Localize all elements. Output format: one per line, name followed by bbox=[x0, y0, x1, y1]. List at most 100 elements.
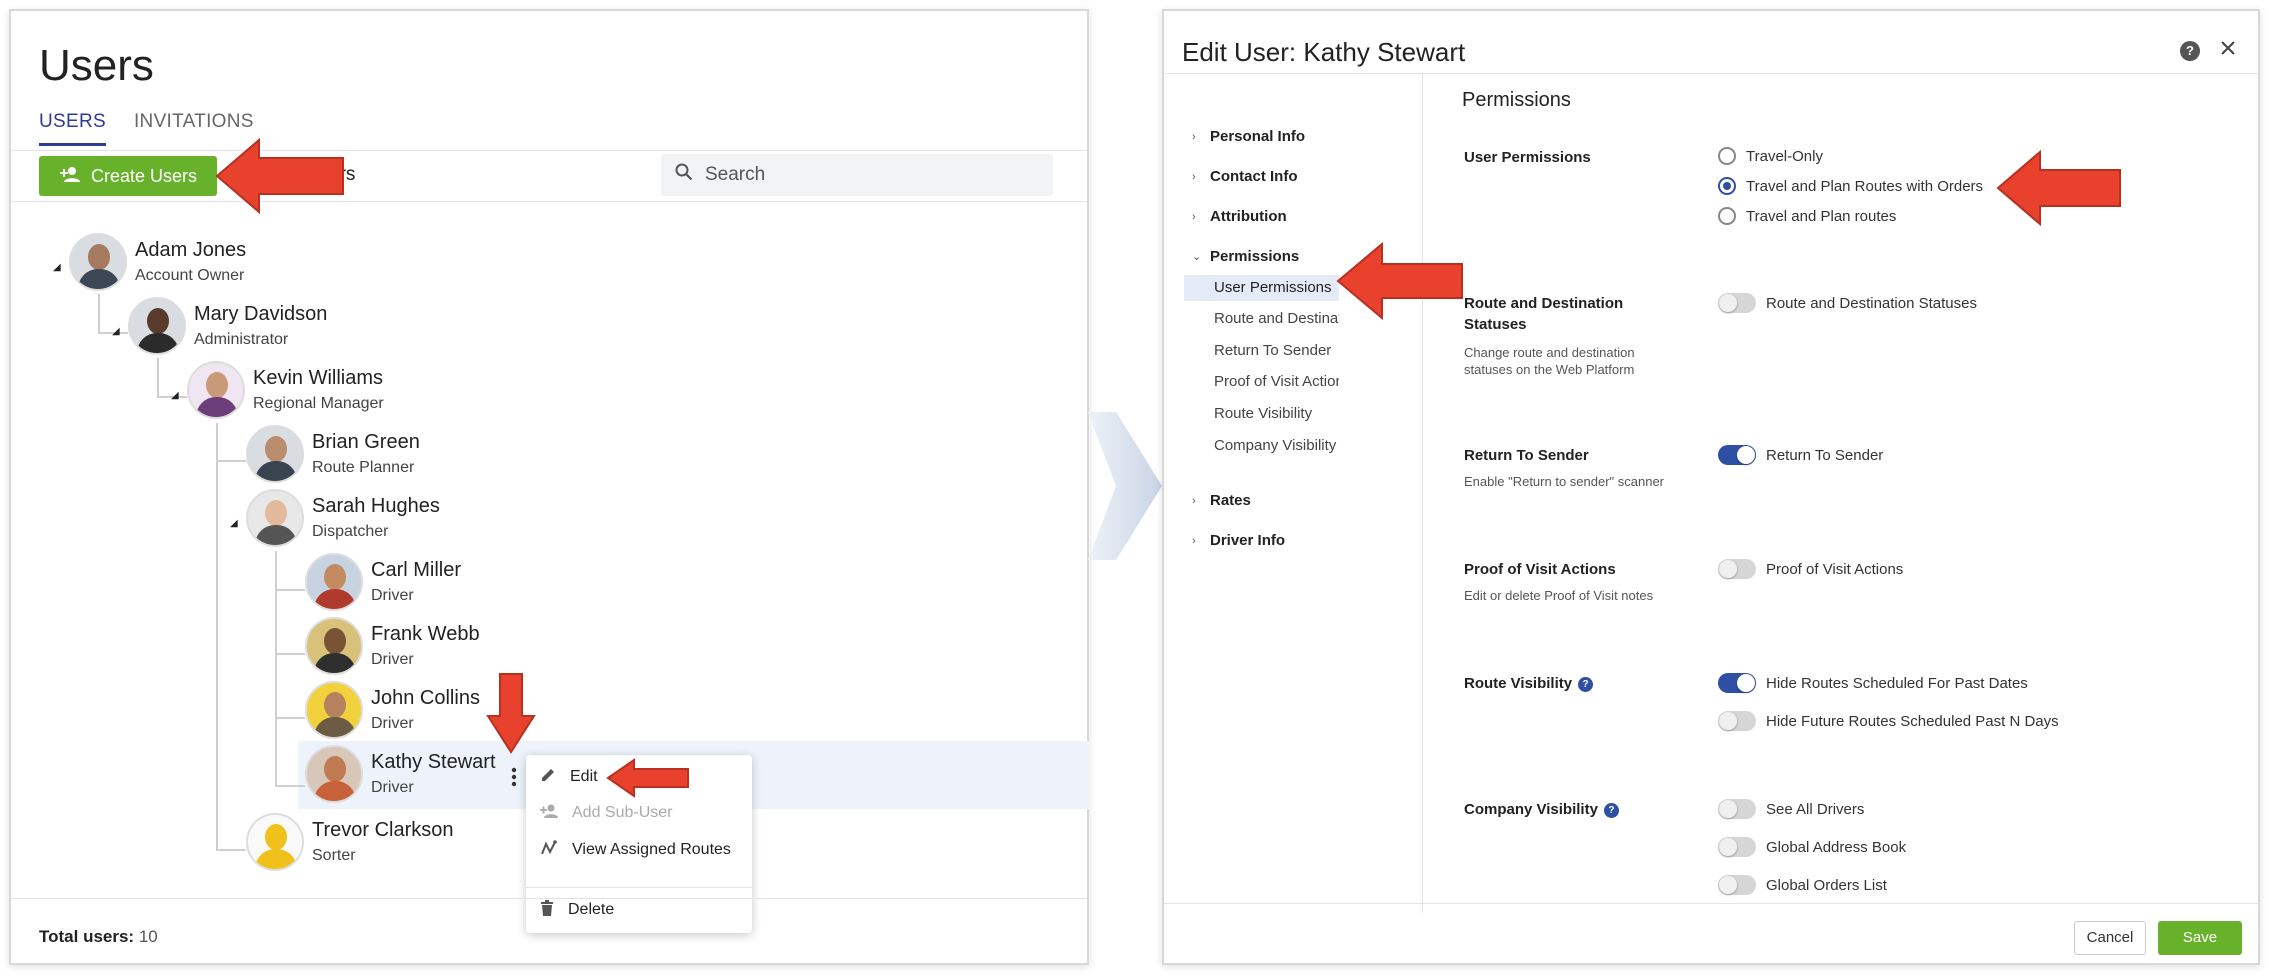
toggle-switch[interactable] bbox=[1718, 711, 1756, 731]
tree-connector bbox=[98, 294, 100, 334]
toggle-switch[interactable] bbox=[1718, 875, 1756, 895]
toggle-switch[interactable] bbox=[1718, 445, 1756, 465]
nav-attribution[interactable]: › Attribution bbox=[1192, 208, 1287, 225]
tree-node[interactable]: John Collins Driver bbox=[305, 681, 480, 739]
search-icon bbox=[675, 163, 693, 187]
kebab-icon[interactable] bbox=[509, 767, 519, 787]
nav-personal-info[interactable]: › Personal Info bbox=[1192, 128, 1305, 145]
toggle-route-destination[interactable]: Route and Destination Statuses bbox=[1718, 293, 1977, 313]
avatar bbox=[305, 553, 363, 611]
help-icon[interactable]: ? bbox=[1578, 676, 1594, 692]
chevron-right-icon: › bbox=[1192, 170, 1196, 183]
radio-travel-plan-routes[interactable]: Travel and Plan routes bbox=[1718, 207, 1896, 225]
return-to-sender-desc: Enable "Return to sender" scanner bbox=[1464, 474, 1665, 489]
tree-node[interactable]: Kevin Williams Regional Manager bbox=[187, 361, 384, 419]
toggle-hide-future[interactable]: Hide Future Routes Scheduled Past N Days bbox=[1718, 711, 2059, 731]
collapse-toggle[interactable]: ◢ bbox=[171, 390, 179, 401]
tree-node[interactable]: Carl Miller Driver bbox=[305, 553, 461, 611]
collapse-toggle[interactable]: ◢ bbox=[53, 262, 61, 273]
red-arrow-icon bbox=[215, 138, 344, 214]
save-button[interactable]: Save bbox=[2158, 921, 2242, 955]
radio-circle bbox=[1718, 177, 1736, 195]
nav-permissions[interactable]: ⌄ Permissions bbox=[1192, 248, 1299, 265]
tree-node[interactable]: Brian Green Route Planner bbox=[246, 425, 420, 483]
search-input[interactable] bbox=[705, 164, 1005, 186]
proof-of-visit-desc: Edit or delete Proof of Visit notes bbox=[1464, 588, 1654, 603]
user-name: Trevor Clarkson bbox=[312, 819, 454, 841]
sub-nav-route-visibility[interactable]: Route Visibility bbox=[1184, 401, 1339, 427]
label-text: Company Visibility bbox=[1464, 801, 1598, 818]
user-name: John Collins bbox=[371, 687, 480, 709]
chevron-right-icon: › bbox=[1192, 534, 1196, 547]
total-users: Total users: 10 bbox=[39, 927, 158, 947]
toggle-switch[interactable] bbox=[1718, 293, 1756, 313]
add-user-icon bbox=[59, 166, 81, 187]
toggle-switch[interactable] bbox=[1718, 799, 1756, 819]
tree-node[interactable]: Trevor Clarkson Sorter bbox=[246, 813, 454, 871]
toggle-proof-of-visit[interactable]: Proof of Visit Actions bbox=[1718, 559, 1903, 579]
menu-item-add-sub-user[interactable]: Add Sub-User bbox=[526, 796, 752, 830]
create-users-button[interactable]: Create Users bbox=[39, 156, 217, 196]
red-arrow-icon bbox=[1336, 242, 1463, 320]
collapse-toggle[interactable]: ◢ bbox=[112, 326, 120, 337]
tree-node[interactable]: Sarah Hughes Dispatcher bbox=[246, 489, 440, 547]
divider bbox=[11, 201, 1087, 202]
sub-nav-user-permissions[interactable]: User Permissions bbox=[1184, 275, 1339, 301]
tree-node[interactable]: Kathy Stewart Driver bbox=[305, 745, 496, 803]
tree-connector bbox=[275, 717, 305, 719]
red-arrow-icon bbox=[486, 673, 536, 754]
avatar bbox=[187, 361, 245, 419]
user-role: Regional Manager bbox=[253, 395, 384, 412]
label-text: Route Visibility bbox=[1464, 675, 1573, 692]
user-name: Kathy Stewart bbox=[371, 751, 496, 773]
nav-driver-info[interactable]: › Driver Info bbox=[1192, 532, 1285, 549]
tree-node[interactable]: Mary Davidson Administrator bbox=[128, 297, 327, 355]
route-destination-label: Route and Destination Statuses bbox=[1464, 295, 1624, 333]
close-icon[interactable] bbox=[2220, 35, 2236, 63]
divider bbox=[1164, 73, 2258, 74]
radio-travel-only[interactable]: Travel-Only bbox=[1718, 147, 1823, 165]
chevron-right-icon: › bbox=[1192, 210, 1196, 223]
avatar bbox=[246, 813, 304, 871]
tree-node[interactable]: Adam Jones Account Owner bbox=[69, 233, 246, 291]
avatar bbox=[305, 681, 363, 739]
radio-circle bbox=[1718, 147, 1736, 165]
cancel-button[interactable]: Cancel bbox=[2074, 921, 2146, 955]
tree-node[interactable]: Frank Webb Driver bbox=[305, 617, 480, 675]
toggle-global-address-book[interactable]: Global Address Book bbox=[1718, 837, 1906, 857]
menu-item-view-assigned-routes[interactable]: View Assigned Routes bbox=[526, 833, 752, 867]
red-arrow-icon bbox=[606, 758, 689, 798]
sub-nav-proof-of-visit[interactable]: Proof of Visit Actions bbox=[1184, 369, 1339, 395]
total-label: Total users: bbox=[39, 927, 135, 946]
user-role: Driver bbox=[371, 715, 414, 732]
pencil-icon bbox=[540, 767, 556, 788]
toggle-label: Global Orders List bbox=[1766, 876, 1887, 894]
search-box[interactable] bbox=[661, 154, 1053, 196]
return-to-sender-label: Return To Sender bbox=[1464, 447, 1589, 464]
collapse-toggle[interactable]: ◢ bbox=[230, 518, 238, 529]
menu-item-label: Edit bbox=[570, 768, 598, 785]
nav-rates[interactable]: › Rates bbox=[1192, 492, 1251, 509]
toggle-hide-past[interactable]: Hide Routes Scheduled For Past Dates bbox=[1718, 673, 2028, 693]
toggle-return-to-sender[interactable]: Return To Sender bbox=[1718, 445, 1883, 465]
toggle-switch[interactable] bbox=[1718, 837, 1756, 857]
toggle-see-all-drivers[interactable]: See All Drivers bbox=[1718, 799, 1864, 819]
tab-users[interactable]: USERS bbox=[39, 111, 106, 146]
user-name: Frank Webb bbox=[371, 623, 480, 645]
help-icon[interactable]: ? bbox=[1603, 802, 1619, 818]
help-icon[interactable]: ? bbox=[2180, 41, 2200, 61]
toggle-switch[interactable] bbox=[1718, 673, 1756, 693]
user-name: Mary Davidson bbox=[194, 303, 328, 325]
toggle-global-orders-list[interactable]: Global Orders List bbox=[1718, 875, 1887, 895]
nav-contact-info[interactable]: › Contact Info bbox=[1192, 168, 1298, 185]
toggle-switch[interactable] bbox=[1718, 559, 1756, 579]
radio-label: Travel-Only bbox=[1746, 147, 1823, 165]
divider bbox=[526, 887, 752, 888]
sub-nav-company-visibility[interactable]: Company Visibility bbox=[1184, 433, 1339, 459]
chevron-down-icon: ⌄ bbox=[1192, 251, 1202, 263]
sub-nav-return-to-sender[interactable]: Return To Sender bbox=[1184, 338, 1339, 364]
radio-travel-plan-orders[interactable]: Travel and Plan Routes with Orders bbox=[1718, 177, 1983, 195]
toggle-label: Route and Destination Statuses bbox=[1766, 294, 1977, 312]
sub-nav-route-destination[interactable]: Route and Destinatio... bbox=[1184, 306, 1339, 332]
menu-item-label: Delete bbox=[568, 901, 615, 918]
